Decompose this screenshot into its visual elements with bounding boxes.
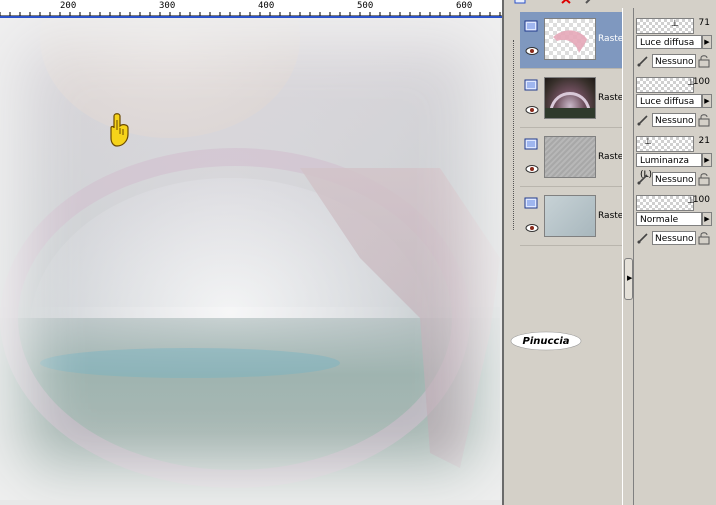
opacity-marker[interactable]: ⊥ <box>671 20 679 29</box>
layer-properties-row: ⊥ 71 Luce diffusa ▶ Nessuno <box>634 16 716 74</box>
blend-mode-select[interactable]: Luce diffusa <box>636 94 702 108</box>
group-connector <box>513 40 515 230</box>
raster-layer-icon <box>524 79 538 91</box>
layer-row[interactable]: Raste <box>520 130 624 187</box>
mask-select[interactable]: Nessuno <box>652 113 696 127</box>
chevron-right-icon[interactable]: ▶ <box>702 212 712 226</box>
opacity-marker[interactable]: ⊥ <box>644 138 652 147</box>
splitter-handle[interactable]: ▶ <box>624 258 633 300</box>
pointing-hand-icon <box>110 113 129 147</box>
delete-layer-icon[interactable] <box>560 0 572 6</box>
brush-icon <box>637 233 648 244</box>
opacity-value: 21 <box>698 136 710 146</box>
eye-icon[interactable] <box>525 105 539 115</box>
layer-properties-row: ⊥ 100 Luce diffusa ▶ Nessuno <box>634 75 716 133</box>
canvas-area: 200 300 400 500 600 <box>0 0 504 505</box>
signature-text: Pinuccia <box>522 336 569 347</box>
brush-icon <box>637 174 648 185</box>
opacity-value: 100 <box>692 195 710 205</box>
blend-mode-select[interactable]: Luce diffusa <box>636 35 702 49</box>
new-layer-icon[interactable] <box>514 0 526 6</box>
brush-icon <box>637 56 648 67</box>
palette-splitter[interactable]: ▶ <box>622 8 634 505</box>
chevron-right-icon[interactable]: ▶ <box>702 94 712 108</box>
mask-row: Nessuno <box>636 112 710 128</box>
ruler-label: 400 <box>258 1 275 11</box>
raster-layer-icon <box>524 197 538 209</box>
layers-toolbar <box>504 0 634 8</box>
image-canvas[interactable] <box>0 18 500 500</box>
mask-row: Nessuno <box>636 230 710 246</box>
eye-icon[interactable] <box>525 46 539 56</box>
ruler-label: 300 <box>159 1 176 11</box>
thumbnail-arch <box>545 92 595 118</box>
signature-badge: Pinuccia <box>510 331 582 351</box>
ruler-label: 500 <box>357 1 374 11</box>
chevron-right-icon[interactable]: ▶ <box>702 153 712 167</box>
eye-icon[interactable] <box>525 223 539 233</box>
opacity-value: 71 <box>698 18 710 28</box>
lock-icon[interactable] <box>696 54 712 68</box>
layer-thumbnail <box>544 77 596 119</box>
layer-thumbnail <box>544 136 596 178</box>
thumbnail-drape <box>553 30 587 53</box>
layer-name: Raste <box>598 211 624 221</box>
chevron-right-icon: ▶ <box>627 274 633 282</box>
opacity-slider[interactable]: ⊥ <box>636 77 695 93</box>
opacity-slider[interactable]: ⊥ <box>636 195 695 211</box>
opacity-value: 100 <box>692 77 710 87</box>
layer-name: Raste <box>598 152 624 162</box>
layer-row[interactable]: Raste <box>520 189 624 246</box>
chevron-right-icon[interactable]: ▶ <box>702 35 712 49</box>
lock-icon[interactable] <box>696 113 712 127</box>
ruler-label: 200 <box>60 1 77 11</box>
mask-row: Nessuno <box>636 53 710 69</box>
layer-name: Raste <box>598 34 624 44</box>
layer-properties-row: ⊥ 21 Luminanza (L)▶ Nessuno <box>634 134 716 192</box>
mask-select[interactable]: Nessuno <box>652 54 696 68</box>
raster-layer-icon <box>524 138 538 150</box>
layer-thumbnail <box>544 195 596 237</box>
layer-name: Raste <box>598 93 624 103</box>
ruler-label: 600 <box>456 1 473 11</box>
raster-layer-icon <box>524 20 538 32</box>
layer-properties-row: ⊥ 100 Normale ▶ Nessuno <box>634 193 716 251</box>
lock-icon[interactable] <box>696 231 712 245</box>
brush-icon <box>637 115 648 126</box>
layer-thumbnail <box>544 18 596 60</box>
canvas-vignette <box>0 18 500 500</box>
mask-row: Nessuno <box>636 171 710 187</box>
opacity-slider[interactable]: ⊥ <box>636 18 694 34</box>
brush-icon[interactable] <box>584 0 596 6</box>
horizontal-ruler: 200 300 400 500 600 <box>0 0 502 18</box>
layer-row[interactable]: Raste <box>520 12 624 69</box>
opacity-slider[interactable]: ⊥ <box>636 136 694 152</box>
mask-select[interactable]: Nessuno <box>652 231 696 245</box>
mask-select[interactable]: Nessuno <box>652 172 696 186</box>
blend-mode-select[interactable]: Normale <box>636 212 702 226</box>
eye-icon[interactable] <box>525 164 539 174</box>
layer-row[interactable]: Raste <box>520 71 624 128</box>
lock-icon[interactable] <box>696 172 712 186</box>
blend-mode-select[interactable]: Luminanza (L) <box>636 153 702 180</box>
